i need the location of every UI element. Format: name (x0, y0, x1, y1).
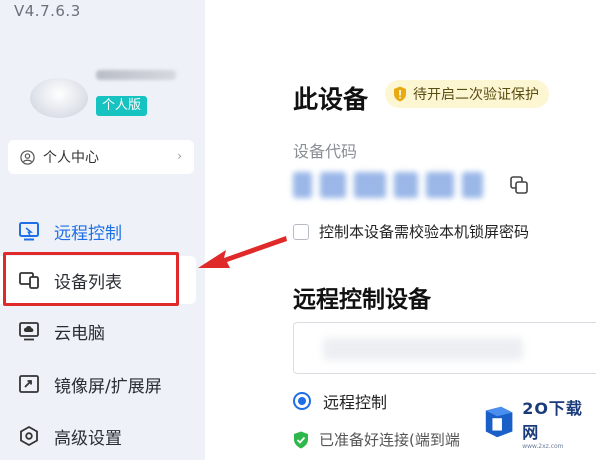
edition-badge: 个人版 (96, 96, 148, 116)
cloud-pc-icon (19, 322, 39, 341)
twofa-warning-badge[interactable]: 待开启二次验证保护 (385, 80, 549, 108)
remote-control-icon (19, 222, 39, 241)
remote-control-option[interactable]: 远程控制 (293, 389, 387, 413)
sidebar-item-label: 高级设置 (54, 428, 122, 449)
connection-status-text: 已准备好连接(端到端 (319, 431, 460, 449)
watermark-title: 2O下载网 (522, 398, 583, 442)
annotation-highlight-box (3, 252, 179, 306)
lock-password-label: 控制本设备需校验本机锁屏密码 (319, 223, 530, 241)
user-center-button[interactable]: 个人中心 › (8, 140, 194, 174)
sidebar-item-remote-control[interactable]: 远程控制 (0, 207, 196, 255)
connection-status: 已准备好连接(端到端 (293, 429, 460, 450)
device-code-redacted (293, 168, 483, 202)
sidebar: V4.7.6.3 个人版 个人中心 › 远程控制 设备列表 云电脑 镜像屏/扩展… (0, 0, 205, 460)
lock-password-checkbox[interactable] (293, 223, 309, 240)
avatar[interactable] (30, 78, 88, 118)
shield-warning-icon (394, 86, 406, 102)
sidebar-item-label: 远程控制 (54, 223, 122, 244)
site-watermark: 2O下载网 www.2xz.com (478, 398, 596, 450)
username-redacted (96, 70, 176, 80)
mirror-screen-icon (19, 375, 39, 393)
sidebar-item-label: 云电脑 (54, 323, 105, 344)
remote-control-radio[interactable] (293, 392, 311, 410)
remote-control-option-label: 远程控制 (323, 393, 388, 412)
copy-icon[interactable] (508, 174, 530, 196)
remote-control-title: 远程控制设备 (293, 287, 431, 313)
sidebar-item-label: 镜像屏/扩展屏 (54, 376, 162, 397)
shield-check-icon (294, 431, 308, 448)
sidebar-item-mirror-screen[interactable]: 镜像屏/扩展屏 (0, 360, 196, 408)
sidebar-item-advanced-settings[interactable]: 高级设置 (0, 412, 196, 460)
main-panel: 此设备 待开启二次验证保护 设备代码 控制本设备需校验本机锁屏密码 远程控制设备… (205, 0, 596, 460)
settings-icon (20, 425, 38, 447)
input-content-redacted (323, 338, 523, 360)
watermark-logo-icon (485, 406, 513, 438)
twofa-badge-label: 待开启二次验证保护 (413, 87, 539, 103)
lock-password-option[interactable]: 控制本设备需校验本机锁屏密码 (293, 221, 529, 242)
device-code-label: 设备代码 (293, 142, 358, 161)
this-device-title: 此设备 (293, 85, 369, 114)
sidebar-item-cloud-pc[interactable]: 云电脑 (0, 307, 196, 355)
watermark-url: www.2xz.com (522, 442, 564, 450)
user-center-label: 个人中心 (43, 150, 99, 166)
chevron-right-icon: › (177, 149, 182, 163)
user-icon (20, 149, 35, 165)
app-version: V4.7.6.3 (14, 2, 81, 20)
